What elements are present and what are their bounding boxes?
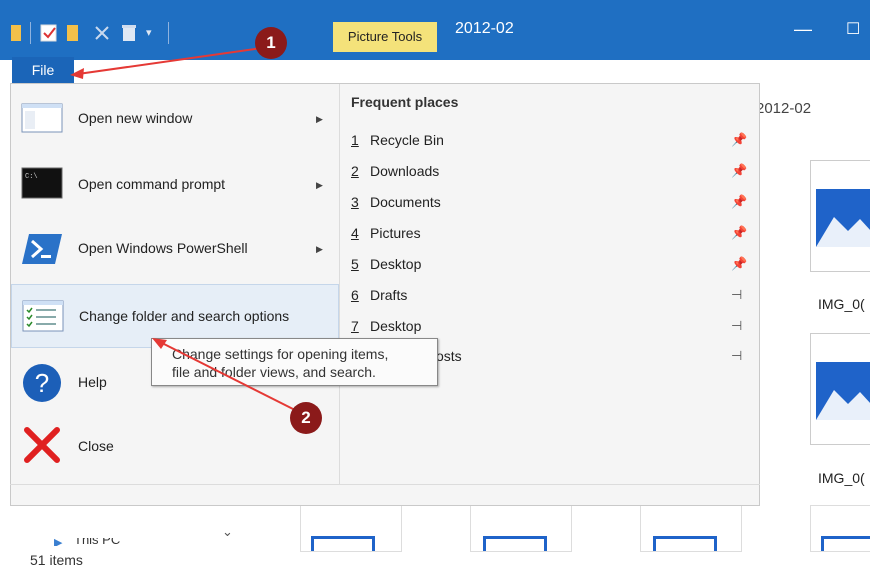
callout-badge-1: 1 [255, 27, 287, 59]
callout-badge-2: 2 [290, 402, 322, 434]
annotation-arrows [70, 47, 296, 411]
